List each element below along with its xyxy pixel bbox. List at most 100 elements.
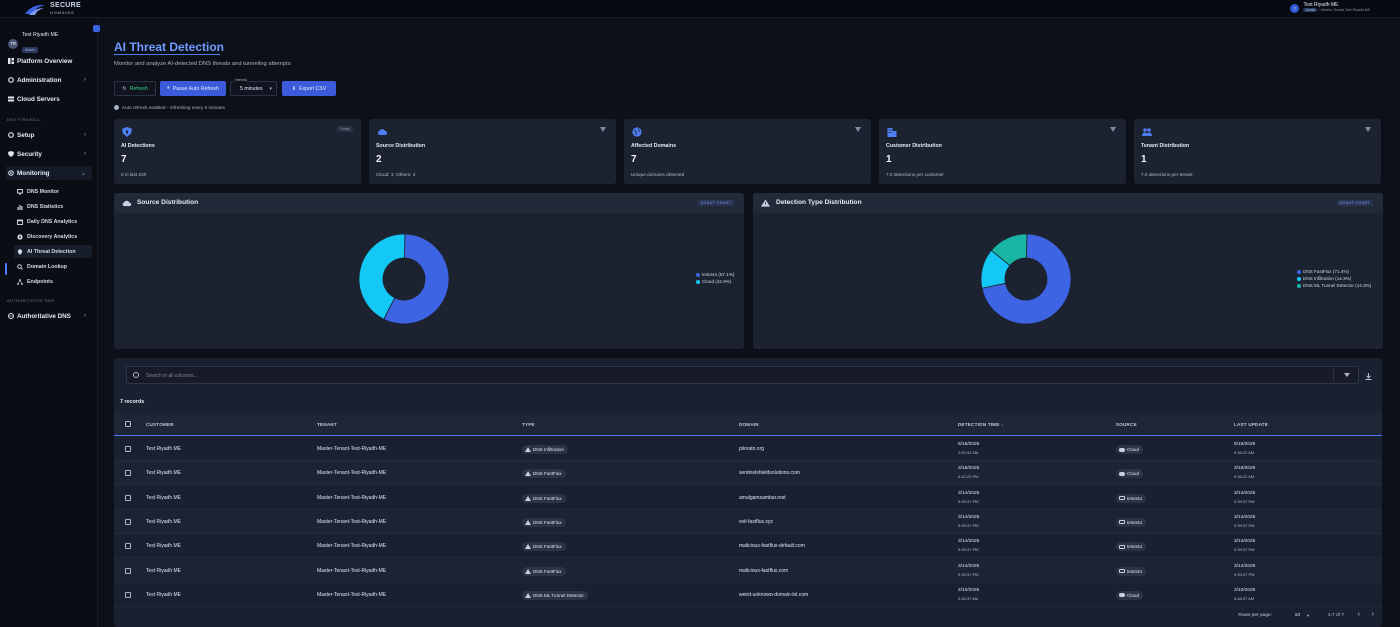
card-title: Affected Domains <box>631 143 677 149</box>
globe-icon <box>632 127 642 137</box>
legend-item[interactable]: Cloud (42.9%) <box>696 278 734 285</box>
legend-item[interactable]: test444 (57.1%) <box>696 271 734 278</box>
search-input[interactable] <box>146 371 1326 380</box>
type-chip: DNS FastFlux <box>522 493 566 503</box>
table-row[interactable]: Test Riyadh ME Master-Tenant-Test-Riyadh-… <box>114 486 1382 510</box>
legend-label: test444 (57.1%) <box>702 272 735 277</box>
table-row[interactable]: Test Riyadh ME Master-Tenant-Test-Riyadh-… <box>114 583 1382 607</box>
cell-tenant: Master-Tenant-Test-Riyadh-ME <box>317 470 387 477</box>
sidebar-section-authoritative-dns: AUTHORITATIVE DNS <box>7 299 55 303</box>
column-header-source[interactable]: SOURCE <box>1116 422 1137 427</box>
monitor-screen-icon <box>17 188 23 194</box>
calendar-icon <box>17 219 23 225</box>
filter-icon[interactable] <box>1344 373 1350 377</box>
sidebar-item-authoritative-dns[interactable]: Authoritative DNS › <box>6 309 92 323</box>
sidebar-sub-dns-statistics[interactable]: DNS Statistics <box>14 200 92 213</box>
cell-detection-time: 2/10/2026 4:48:37 AM <box>958 587 980 601</box>
app-logo[interactable]: SECURE DOMAINS <box>24 2 81 16</box>
sidebar-item-security[interactable]: Security › <box>6 147 92 161</box>
cell-last-update: 3/14/2026 9:39:37 PM <box>1234 490 1256 504</box>
column-header-customer[interactable]: CUSTOMER <box>146 422 174 427</box>
column-header-detection-time[interactable]: DETECTION TIME ↓ <box>958 422 1004 427</box>
pause-auto-refresh-button[interactable]: ⏸ Pause Auto Refresh <box>160 81 226 96</box>
laptop-icon <box>1119 496 1125 501</box>
source-label: Cloud <box>1127 592 1140 598</box>
chevron-right-icon: › <box>84 151 86 157</box>
source-chip: test444 <box>1116 493 1147 503</box>
row-checkbox[interactable] <box>125 518 131 525</box>
column-header-domain[interactable]: DOMAIN <box>739 422 759 427</box>
pagination: Rows per page: 10 ▾ 1-7 of 7 ‹ › <box>114 606 1382 627</box>
monitor-icon <box>8 170 14 176</box>
column-header-type[interactable]: TYPE <box>522 422 535 427</box>
table-row[interactable]: Test Riyadh ME Master-Tenant-Test-Riyadh-… <box>114 461 1382 486</box>
cell-domain: weird-unknown-domain-lol.com <box>739 591 809 598</box>
sidebar-item-label: Monitoring <box>17 169 50 177</box>
table-row[interactable]: Test Riyadh ME Master-Tenant-Test-Riyadh-… <box>114 534 1382 559</box>
export-csv-button[interactable]: ⬇ Export CSV <box>282 81 336 96</box>
download-icon[interactable] <box>1365 373 1372 380</box>
sidebar-item-label: AI Threat Detection <box>27 248 76 255</box>
cloud-icon <box>1119 593 1125 598</box>
previous-page-button[interactable]: ‹ <box>1358 611 1360 618</box>
warning-icon <box>525 592 531 598</box>
chart-type-tag[interactable]: DONUT CHART <box>697 200 734 206</box>
source-chip: test444 <box>1116 517 1147 527</box>
sidebar-sub-domain-lookup[interactable]: Domain Lookup <box>14 260 92 273</box>
sidebar-sub-ai-threat-detection[interactable]: AI Threat Detection <box>14 245 92 258</box>
top-user-menu[interactable]: T Test Riyadh ME Admin • Master-Tenant-Te… <box>1290 3 1370 13</box>
source-label: Cloud <box>1127 447 1140 452</box>
next-page-button[interactable]: › <box>1372 611 1374 618</box>
gear-icon <box>8 132 14 138</box>
building-icon <box>887 128 897 137</box>
interval-select[interactable]: Interval 5 minutes ▾ <box>230 78 277 96</box>
source-chip: Cloud <box>1116 445 1144 454</box>
location-pin-icon <box>17 248 23 255</box>
panel-title: Source Distribution <box>137 199 199 206</box>
legend-swatch <box>1297 269 1301 274</box>
sidebar-item-platform-overview[interactable]: Platform Overview <box>6 54 92 68</box>
interval-value: 5 minutes <box>240 86 263 92</box>
auto-refresh-note: Auto refresh enabled - refreshing every … <box>114 105 225 110</box>
column-header-tenant[interactable]: TENANT <box>317 422 337 427</box>
select-all-checkbox[interactable] <box>125 421 131 427</box>
cell-customer: Test Riyadh ME <box>146 494 182 501</box>
filter-icon[interactable] <box>600 127 606 132</box>
filter-icon[interactable] <box>855 127 861 132</box>
refresh-label: Refresh <box>129 85 148 92</box>
refresh-button[interactable]: ↻ Refresh <box>114 81 156 96</box>
row-checkbox[interactable] <box>125 591 131 598</box>
chart-type-tag[interactable]: DONUT CHART <box>1336 200 1373 206</box>
sidebar-item-administration[interactable]: Administration › <box>6 73 92 87</box>
table-row[interactable]: Test Riyadh ME Master-Tenant-Test-Riyadh-… <box>114 558 1382 583</box>
sidebar-item-label: Daily DNS Analytics <box>27 218 78 225</box>
row-checkbox[interactable] <box>125 494 131 501</box>
warning-icon <box>525 519 531 525</box>
row-checkbox[interactable] <box>125 567 131 574</box>
table-row[interactable]: Test Riyadh ME Master-Tenant-Test-Riyadh-… <box>114 437 1382 461</box>
sidebar-sub-discovery-analytics[interactable]: Discovery Analytics <box>14 230 92 243</box>
sidebar-item-monitoring[interactable]: Monitoring ⌄ <box>6 166 92 180</box>
interval-label: Interval <box>234 78 248 82</box>
table-row[interactable]: Test Riyadh ME Master-Tenant-Test-Riyadh-… <box>114 509 1382 534</box>
cell-last-update: 5/16/2026 9:36:22 AM <box>1234 442 1256 455</box>
sidebar-user[interactable]: TR Test Riyadh ME Admin <box>8 32 58 56</box>
sidebar-sub-daily-dns-analytics[interactable]: Daily DNS Analytics <box>14 215 92 228</box>
cell-tenant: Master-Tenant-Test-Riyadh-ME <box>317 567 387 574</box>
card-value: 1 <box>886 154 892 165</box>
sidebar-item-cloud-servers[interactable]: Cloud Servers <box>6 92 92 106</box>
rows-per-page-select[interactable]: 10 <box>1295 613 1300 618</box>
filter-icon[interactable] <box>1365 127 1371 132</box>
filter-icon[interactable] <box>1110 127 1116 132</box>
row-checkbox[interactable] <box>125 543 131 550</box>
sidebar-sub-endpoints[interactable]: Endpoints <box>14 275 92 288</box>
table-header: CUSTOMER TENANT TYPE DOMAIN DETECTION TI… <box>114 413 1382 436</box>
row-checkbox[interactable] <box>125 446 131 452</box>
legend-item[interactable]: DNS FastFlux (71.4%) <box>1297 268 1371 275</box>
sidebar-sub-dns-monitor[interactable]: DNS Monitor <box>14 185 92 198</box>
column-header-last-update[interactable]: LAST UPDATE <box>1234 422 1268 427</box>
legend-item[interactable]: DNS Infiltration (14.3%) <box>1297 275 1371 282</box>
legend-item[interactable]: DNS ML Tunnel Detector (14.3%) <box>1297 282 1371 289</box>
row-checkbox[interactable] <box>125 470 131 477</box>
sidebar-item-setup[interactable]: Setup › <box>6 128 92 142</box>
